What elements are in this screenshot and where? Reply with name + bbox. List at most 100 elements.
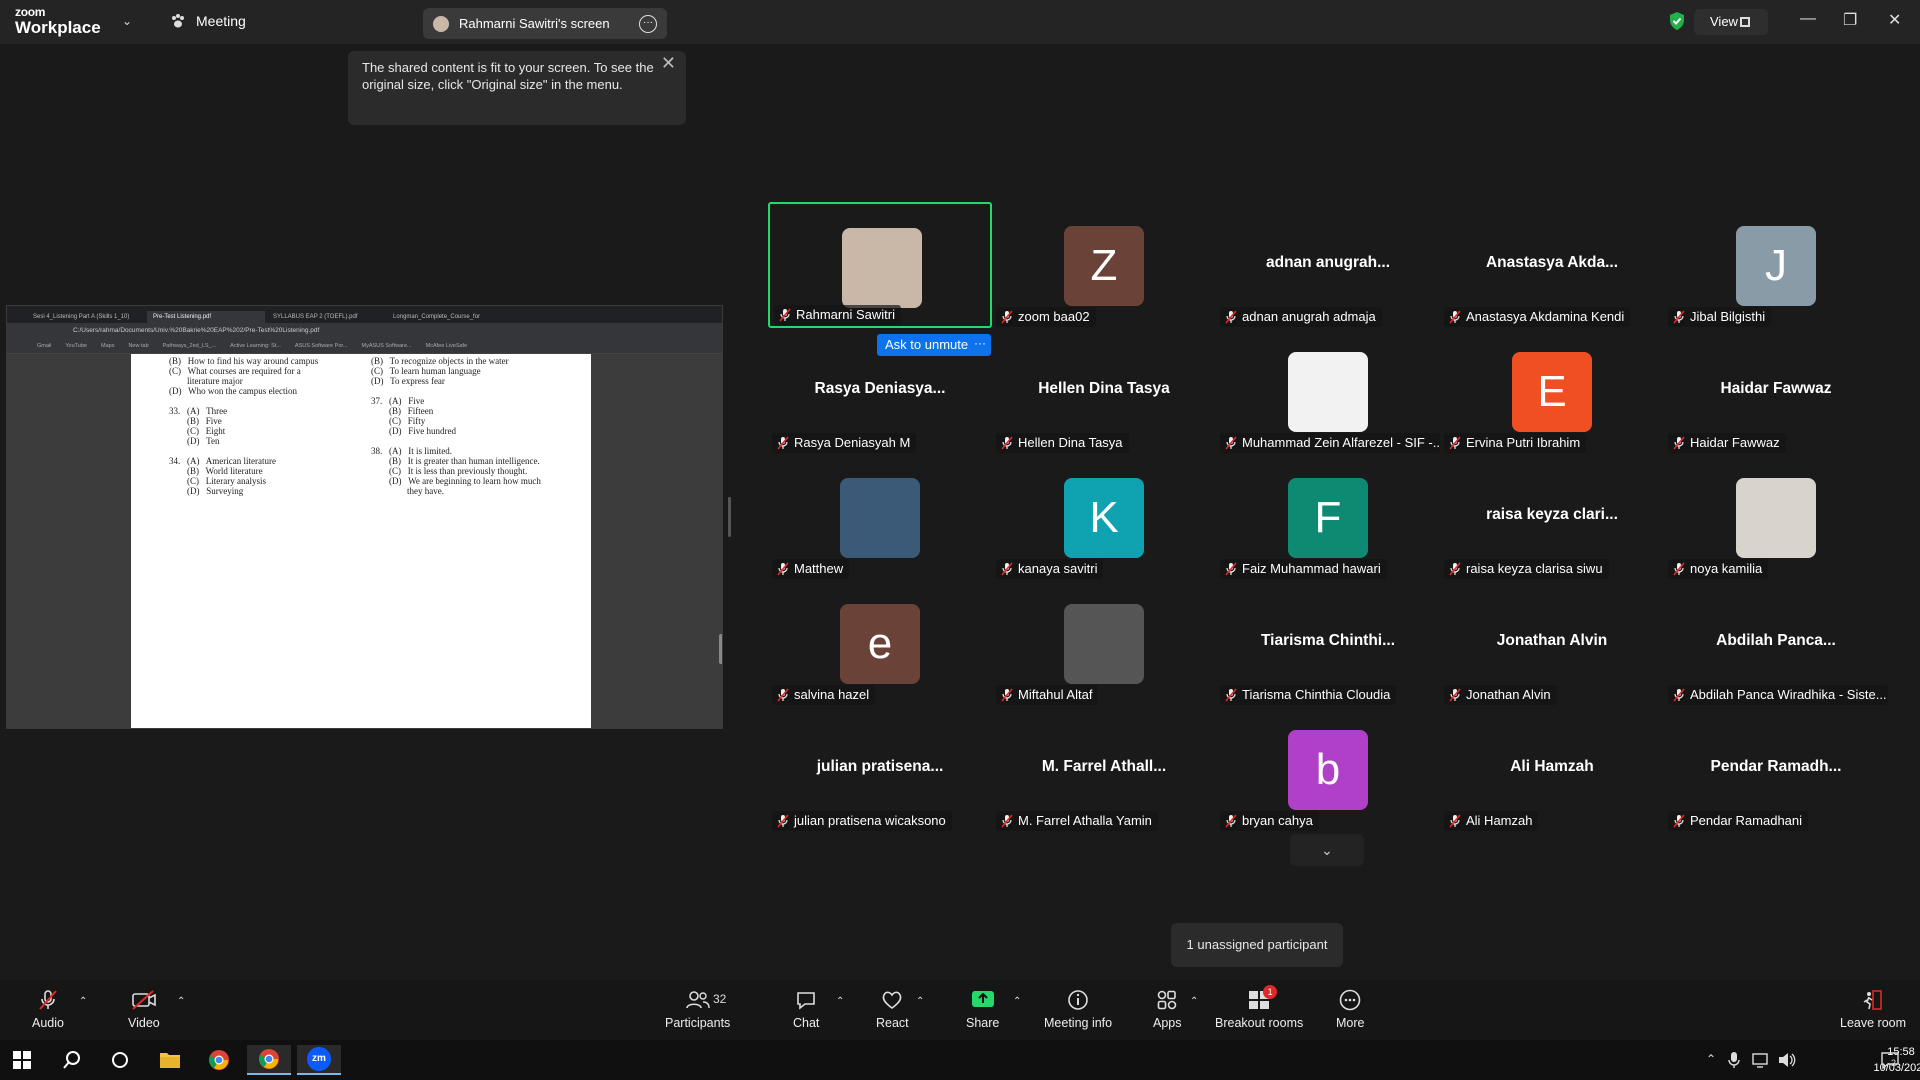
- shield-check-icon[interactable]: [1668, 11, 1686, 31]
- participant-name-label: bryan cahya: [1220, 811, 1319, 831]
- show-hidden-icons-icon[interactable]: ⌃: [1706, 1052, 1716, 1066]
- bookmark[interactable]: McAfee LiveSafe: [426, 343, 468, 353]
- pdf-line: (B) To recognize objects in the water: [371, 356, 509, 366]
- chevron-down-icon[interactable]: ⌄: [122, 14, 132, 28]
- restore-icon[interactable]: ❐: [1843, 10, 1857, 30]
- react-options-caret-icon[interactable]: ⌃: [916, 996, 924, 1007]
- more-button[interactable]: More: [1336, 988, 1364, 1030]
- participant-tile[interactable]: Abdilah Panca... Abdilah Panca Wiradhika …: [1664, 580, 1888, 706]
- participant-tile[interactable]: J Jibal Bilgisthi: [1664, 202, 1888, 328]
- participant-name: noya kamilia: [1690, 561, 1763, 576]
- bookmark[interactable]: New tab: [128, 343, 148, 353]
- browser-tab[interactable]: Longman_Complete_Course_for: [387, 311, 505, 323]
- participant-name: Anastasya Akdamina Kendi: [1466, 309, 1625, 324]
- participant-tile[interactable]: Pendar Ramadh... Pendar Ramadhani: [1664, 706, 1888, 832]
- participant-tile[interactable]: Zzoom baa02: [992, 202, 1216, 328]
- participant-tile[interactable]: E Ervina Putri Ibrahim: [1440, 328, 1664, 454]
- audio-button[interactable]: Audio: [32, 988, 64, 1030]
- chrome-button[interactable]: [197, 1045, 241, 1075]
- bookmark[interactable]: Pathways_2ed_LS_...: [163, 343, 217, 353]
- chat-options-caret-icon[interactable]: ⌃: [836, 996, 844, 1007]
- minimize-icon[interactable]: —: [1800, 10, 1816, 28]
- mic-muted-icon: [1672, 688, 1686, 702]
- participant-tile[interactable]: Ali Hamzah Ali Hamzah: [1440, 706, 1664, 832]
- paw-icon: [172, 14, 184, 28]
- pdf-line: (C) It is less than previously thought.: [371, 466, 528, 476]
- chrome-active-button[interactable]: [247, 1045, 291, 1075]
- participant-tile[interactable]: Kkanaya savitri: [992, 454, 1216, 580]
- browser-tab[interactable]: Pre-Test Listening.pdf: [147, 311, 265, 323]
- close-icon[interactable]: ✕: [1888, 10, 1901, 30]
- participant-tile[interactable]: Matthew: [768, 454, 992, 580]
- apps-options-caret-icon[interactable]: ⌃: [1190, 996, 1198, 1007]
- more-options-button[interactable]: ···: [969, 334, 991, 356]
- mic-muted-icon: [776, 688, 790, 702]
- bookmark[interactable]: Gmail: [37, 343, 51, 353]
- participant-tile[interactable]: M. Farrel Athall... M. Farrel Athalla Yam…: [992, 706, 1216, 832]
- participant-tile[interactable]: b bryan cahya: [1216, 706, 1440, 832]
- leave-room-label: Leave room: [1840, 1016, 1907, 1030]
- scrollbar-thumb[interactable]: [719, 634, 722, 664]
- apps-button[interactable]: Apps: [1153, 988, 1182, 1030]
- zoom-workplace-logo[interactable]: zoom Workplace: [15, 6, 101, 36]
- bookmark[interactable]: MyASUS Software...: [361, 343, 411, 353]
- gallery-next-page-button[interactable]: ⌄: [1290, 834, 1364, 866]
- participant-tile[interactable]: Rahmarni Sawitri: [768, 202, 992, 328]
- mic-muted-icon: [776, 436, 790, 450]
- participant-tile[interactable]: raisa keyza clari... raisa keyza clarisa …: [1440, 454, 1664, 580]
- search-button[interactable]: [50, 1045, 94, 1075]
- bookmark[interactable]: YouTube: [65, 343, 87, 353]
- split-handle[interactable]: [728, 497, 731, 537]
- share-button[interactable]: Share: [966, 988, 999, 1030]
- task-view-button[interactable]: [98, 1045, 142, 1075]
- video-button[interactable]: Video: [128, 988, 160, 1030]
- participant-tile[interactable]: e salvina hazel: [768, 580, 992, 706]
- microphone-icon[interactable]: [1728, 1051, 1740, 1069]
- meeting-info-button[interactable]: Meeting info: [1044, 988, 1112, 1030]
- video-options-caret-icon[interactable]: ⌃: [177, 996, 185, 1007]
- participant-tile[interactable]: F Faiz Muhammad hawari: [1216, 454, 1440, 580]
- close-icon[interactable]: ✕: [661, 54, 676, 72]
- start-button[interactable]: [0, 1045, 44, 1075]
- browser-tab[interactable]: SYLLABUS EAP 2 (TOEFL).pdf: [267, 311, 385, 323]
- file-explorer-button[interactable]: [148, 1045, 192, 1075]
- participant-tile[interactable]: Haidar Fawwaz Haidar Fawwaz: [1664, 328, 1888, 454]
- shared-screen[interactable]: Sesi 4_Listening Part A (Skills 1_10) Pr…: [6, 305, 723, 729]
- network-icon[interactable]: [1752, 1052, 1770, 1068]
- participant-tile[interactable]: Hellen Dina Tasya Hellen Dina Tasya: [992, 328, 1216, 454]
- leave-room-button[interactable]: Leave room: [1840, 988, 1906, 1030]
- bookmark[interactable]: ASUS Software Por...: [295, 343, 348, 353]
- meeting-tab[interactable]: Meeting: [170, 13, 246, 29]
- bookmark[interactable]: Maps: [101, 343, 114, 353]
- zoom-taskbar-button[interactable]: zm: [297, 1045, 341, 1075]
- participant-tile[interactable]: noya kamilia: [1664, 454, 1888, 580]
- participant-display-name: Abdilah Panca...: [1716, 632, 1836, 649]
- chat-button[interactable]: Chat: [793, 988, 819, 1030]
- audio-options-caret-icon[interactable]: ⌃: [79, 996, 87, 1007]
- apps-icon: [1157, 990, 1177, 1010]
- participant-tile[interactable]: julian pratisena... julian pratisena wica…: [768, 706, 992, 832]
- breakout-rooms-button[interactable]: 1 Breakout rooms: [1215, 985, 1303, 1030]
- react-button[interactable]: React: [876, 988, 909, 1030]
- ask-to-unmute-button[interactable]: Ask to unmute: [877, 334, 977, 356]
- browser-address-bar[interactable]: C:/Users/rahma/Documents/Univ.%20Bakrie%…: [7, 323, 722, 341]
- participant-tile[interactable]: adnan anugrah... adnan anugrah admaja: [1216, 202, 1440, 328]
- pdf-line: (D) Who won the campus election: [169, 386, 298, 396]
- participants-label: Participants: [665, 1016, 731, 1030]
- participant-tile[interactable]: Anastasya Akda... Anastasya Akdamina Kend…: [1440, 202, 1664, 328]
- view-button[interactable]: View: [1694, 9, 1768, 35]
- bookmark[interactable]: Active Learning: St...: [230, 343, 281, 353]
- participant-name: salvina hazel: [794, 687, 870, 702]
- participant-tile[interactable]: Muhammad Zein Alfarezel - SIF -...: [1216, 328, 1440, 454]
- more-options-icon[interactable]: ···: [639, 14, 657, 33]
- share-options-caret-icon[interactable]: ⌃: [1013, 996, 1021, 1007]
- notifications-button[interactable]: 2: [1880, 1050, 1900, 1073]
- participant-tile[interactable]: Tiarisma Chinthi... Tiarisma Chinthia Clo…: [1216, 580, 1440, 706]
- participant-tile[interactable]: Miftahul Altaf: [992, 580, 1216, 706]
- participant-name-label: zoom baa02: [996, 307, 1096, 327]
- shared-screen-tab[interactable]: Rahmarni Sawitri's screen ···: [423, 8, 667, 39]
- pdf-line: literature major: [169, 376, 243, 386]
- volume-icon[interactable]: [1778, 1052, 1796, 1068]
- browser-tab[interactable]: Sesi 4_Listening Part A (Skills 1_10): [27, 311, 145, 323]
- participant-tile[interactable]: Jonathan Alvin Jonathan Alvin: [1440, 580, 1664, 706]
